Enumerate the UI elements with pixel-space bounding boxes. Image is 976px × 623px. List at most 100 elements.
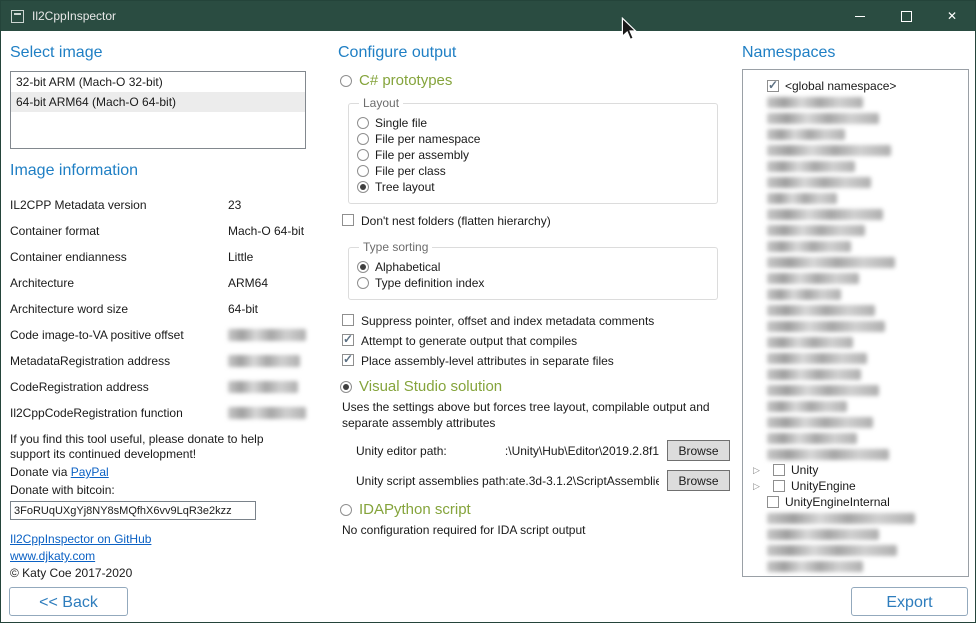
info-row: Code image-to-VA positive offset <box>10 322 306 348</box>
namespace-item-redacted[interactable] <box>743 270 968 286</box>
radio-icon <box>357 261 369 273</box>
image-list-item[interactable]: 32-bit ARM (Mach-O 32-bit) <box>11 72 305 92</box>
namespace-item-redacted[interactable] <box>743 446 968 462</box>
checkbox-icon <box>773 464 785 476</box>
namespace-item-redacted[interactable] <box>743 398 968 414</box>
checkbox-label: Place assembly-level attributes in separ… <box>361 354 614 368</box>
namespace-item-unity[interactable]: ▷ Unity <box>743 462 968 478</box>
radio-visual-studio-solution[interactable]: Visual Studio solution <box>340 378 732 395</box>
expander-icon[interactable]: ▷ <box>753 478 767 494</box>
namespace-item-redacted[interactable] <box>743 238 968 254</box>
maximize-button[interactable] <box>883 1 929 31</box>
info-value: Mach-O 64-bit <box>228 224 304 238</box>
namespace-item-redacted[interactable] <box>743 142 968 158</box>
namespace-item-global[interactable]: <global namespace> <box>743 78 968 94</box>
expander-icon[interactable]: ▷ <box>753 462 767 478</box>
namespace-item-redacted[interactable] <box>743 558 968 574</box>
paypal-link[interactable]: PayPal <box>71 465 109 479</box>
image-information-heading: Image information <box>10 161 306 180</box>
radio-icon <box>357 117 369 129</box>
namespace-item-redacted[interactable] <box>743 190 968 206</box>
info-label: Code image-to-VA positive offset <box>10 328 228 342</box>
minimize-button[interactable] <box>837 1 883 31</box>
checkbox-icon <box>342 354 354 366</box>
website-link[interactable]: www.djkaty.com <box>10 549 306 563</box>
namespace-item-redacted[interactable] <box>743 254 968 270</box>
namespaces-heading: Namespaces <box>742 43 969 62</box>
namespace-item-redacted[interactable] <box>743 206 968 222</box>
redacted-label <box>767 129 845 140</box>
namespace-item-unityengineinternal[interactable]: UnityEngineInternal <box>743 494 968 510</box>
radio-type-definition-index[interactable]: Type definition index <box>357 275 717 290</box>
info-label: Container endianness <box>10 250 228 264</box>
namespace-item-redacted[interactable] <box>743 222 968 238</box>
close-button[interactable]: ✕ <box>929 1 975 31</box>
namespace-item-redacted[interactable] <box>743 510 968 526</box>
checkbox-flatten-hierarchy[interactable]: Don't nest folders (flatten hierarchy) <box>342 214 732 228</box>
copyright-text: © Katy Coe 2017-2020 <box>10 566 306 580</box>
radio-file-per-namespace[interactable]: File per namespace <box>357 131 717 146</box>
namespace-item-redacted[interactable] <box>743 350 968 366</box>
radio-icon <box>357 165 369 177</box>
redacted-value <box>228 329 306 341</box>
image-list-item-selected[interactable]: 64-bit ARM64 (Mach-O 64-bit) <box>11 92 305 112</box>
info-label: Architecture <box>10 276 228 290</box>
namespace-item-redacted[interactable] <box>743 382 968 398</box>
radio-single-file[interactable]: Single file <box>357 115 717 130</box>
info-row: Il2CppCodeRegistration function <box>10 400 306 426</box>
namespace-item-redacted[interactable] <box>743 94 968 110</box>
image-listbox: 32-bit ARM (Mach-O 32-bit) 64-bit ARM64 … <box>10 71 306 149</box>
namespace-item-redacted[interactable] <box>743 414 968 430</box>
titlebar[interactable]: Il2CppInspector ✕ <box>1 1 975 31</box>
namespace-item-redacted[interactable] <box>743 318 968 334</box>
namespace-item-redacted[interactable] <box>743 430 968 446</box>
redacted-label <box>767 97 863 108</box>
window-controls: ✕ <box>837 1 975 31</box>
browse-editor-button[interactable]: Browse <box>667 440 730 461</box>
donate-via-prefix: Donate via <box>10 465 71 479</box>
unity-script-path-row: Unity script assemblies path: ate.3d-3.1… <box>356 470 730 491</box>
redacted-label <box>767 433 857 444</box>
namespace-item-redacted[interactable] <box>743 286 968 302</box>
radio-idapython-script[interactable]: IDAPython script <box>340 501 732 518</box>
namespace-item-redacted[interactable] <box>743 174 968 190</box>
github-link[interactable]: Il2CppInspector on GitHub <box>10 532 306 546</box>
info-value: 23 <box>228 198 241 212</box>
namespace-item-redacted[interactable] <box>743 302 968 318</box>
checkbox-compilable-output[interactable]: Attempt to generate output that compiles <box>342 334 732 348</box>
redacted-label <box>767 193 837 204</box>
redacted-label <box>767 337 853 348</box>
checkbox-separate-attribute-files[interactable]: Place assembly-level attributes in separ… <box>342 354 732 368</box>
namespace-label: UnityEngine <box>791 479 856 493</box>
radio-label: Visual Studio solution <box>359 378 502 395</box>
radio-alphabetical[interactable]: Alphabetical <box>357 259 717 274</box>
namespace-item-unityengine[interactable]: ▷ UnityEngine <box>743 478 968 494</box>
namespace-item-redacted[interactable] <box>743 542 968 558</box>
browse-assemblies-button[interactable]: Browse <box>667 470 730 491</box>
back-button[interactable]: << Back <box>9 587 128 616</box>
radio-csharp-prototypes[interactable]: C# prototypes <box>340 72 732 89</box>
radio-label: C# prototypes <box>359 72 452 89</box>
redacted-label <box>767 161 855 172</box>
info-row: Container format Mach-O 64-bit <box>10 218 306 244</box>
namespace-item-redacted[interactable] <box>743 526 968 542</box>
namespace-item-redacted[interactable] <box>743 366 968 382</box>
redacted-label <box>767 305 875 316</box>
export-button[interactable]: Export <box>851 587 968 616</box>
redacted-value <box>228 355 300 367</box>
unity-editor-path-value: :\Unity\Hub\Editor\2019.2.8f1 <box>447 444 659 458</box>
radio-tree-layout[interactable]: Tree layout <box>357 179 717 194</box>
checkbox-suppress-comments[interactable]: Suppress pointer, offset and index metad… <box>342 314 732 328</box>
donate-text: If you find this tool useful, please don… <box>10 432 302 462</box>
checkbox-label: Don't nest folders (flatten hierarchy) <box>361 214 551 228</box>
radio-file-per-class[interactable]: File per class <box>357 163 717 178</box>
bitcoin-address-input[interactable] <box>10 501 256 520</box>
radio-file-per-assembly[interactable]: File per assembly <box>357 147 717 162</box>
namespace-item-redacted[interactable] <box>743 126 968 142</box>
select-image-heading: Select image <box>10 43 306 62</box>
namespace-item-redacted[interactable] <box>743 334 968 350</box>
redacted-label <box>767 545 897 556</box>
namespace-item-redacted[interactable] <box>743 110 968 126</box>
layout-groupbox: Layout Single file File per namespace Fi… <box>348 96 718 204</box>
namespace-item-redacted[interactable] <box>743 158 968 174</box>
